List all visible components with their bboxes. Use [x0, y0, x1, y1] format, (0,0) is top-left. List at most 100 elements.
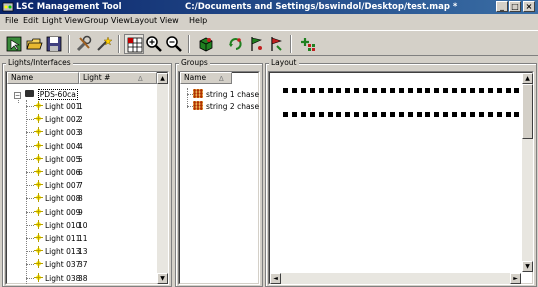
- rotate-icon[interactable]: [226, 34, 246, 54]
- layout-vertical-scrollbar[interactable]: ▲ ▼: [522, 73, 533, 272]
- group-row[interactable]: string 2 chase: [193, 101, 259, 112]
- led-marker[interactable]: [407, 112, 413, 117]
- light-row[interactable]: Light 004 4: [34, 140, 83, 152]
- select-icon[interactable]: [4, 34, 24, 54]
- menu-edit[interactable]: Edit: [23, 16, 39, 25]
- led-marker[interactable]: [300, 88, 306, 93]
- lights-vertical-scrollbar[interactable]: ▲ ▼: [157, 73, 168, 284]
- add-light-icon[interactable]: [298, 34, 318, 54]
- close-button[interactable]: ×: [523, 1, 535, 12]
- menu-file[interactable]: File: [5, 16, 18, 25]
- wand-icon[interactable]: [94, 34, 114, 54]
- light-row[interactable]: Light 007 7: [34, 180, 83, 191]
- led-marker[interactable]: [505, 88, 511, 93]
- zoom-in-icon[interactable]: [144, 34, 164, 54]
- minimize-button[interactable]: _: [496, 1, 508, 12]
- tree-root-node[interactable]: − PDS-60ca: [14, 89, 78, 100]
- led-marker[interactable]: [336, 112, 342, 117]
- save-icon[interactable]: [44, 34, 64, 54]
- zoom-out-icon[interactable]: [164, 34, 184, 54]
- led-marker[interactable]: [434, 112, 440, 117]
- led-marker[interactable]: [461, 88, 466, 93]
- led-marker[interactable]: [469, 112, 475, 117]
- light-row[interactable]: Light 001 1: [34, 101, 83, 112]
- lights-list[interactable]: Name Light # ∆ − PDS-60ca Light 001 1 Ligh…: [5, 71, 169, 285]
- light-row[interactable]: Light 008 8: [34, 193, 83, 204]
- led-marker[interactable]: [363, 112, 369, 117]
- open-icon[interactable]: [24, 34, 44, 54]
- scroll-down-button[interactable]: ▼: [157, 273, 168, 284]
- led-marker[interactable]: [434, 88, 440, 93]
- flag-right-icon[interactable]: [266, 34, 286, 54]
- led-marker[interactable]: [309, 88, 315, 93]
- tools-icon[interactable]: [74, 34, 94, 54]
- scroll-down-button[interactable]: ▼: [522, 261, 533, 272]
- scroll-up-button[interactable]: ▲: [522, 73, 533, 84]
- menu-layout-view[interactable]: Layout View: [130, 16, 179, 25]
- led-marker[interactable]: [283, 112, 288, 117]
- light-row[interactable]: Light 003 3: [34, 127, 83, 138]
- led-marker[interactable]: [372, 112, 377, 117]
- led-marker[interactable]: [487, 112, 493, 117]
- light-row[interactable]: Light 002 2: [34, 114, 83, 125]
- light-row[interactable]: Light 006 6: [34, 167, 83, 178]
- menu-light-view[interactable]: Light View: [42, 16, 84, 25]
- led-marker[interactable]: [416, 112, 422, 117]
- led-marker[interactable]: [416, 88, 422, 93]
- led-marker[interactable]: [487, 88, 493, 93]
- menu-group-view[interactable]: Group View: [84, 16, 130, 25]
- led-marker[interactable]: [478, 88, 484, 93]
- led-marker[interactable]: [461, 112, 466, 117]
- led-marker[interactable]: [407, 88, 413, 93]
- led-marker[interactable]: [496, 88, 502, 93]
- light-row[interactable]: Light 011 11: [34, 233, 88, 244]
- led-marker[interactable]: [398, 112, 404, 117]
- groups-list[interactable]: Name ∆ string 1 chase string 2 chase: [178, 71, 260, 285]
- led-marker[interactable]: [380, 112, 386, 117]
- scroll-up-button[interactable]: ▲: [157, 73, 168, 84]
- led-marker[interactable]: [336, 88, 342, 93]
- light-row[interactable]: Light 009 9: [34, 206, 83, 218]
- light-row[interactable]: Light 013 13: [34, 246, 88, 257]
- layout-horizontal-scrollbar[interactable]: ◄ ►: [270, 273, 521, 284]
- led-marker[interactable]: [354, 88, 360, 93]
- collapse-toggle-icon[interactable]: −: [14, 92, 21, 99]
- led-marker[interactable]: [318, 88, 324, 93]
- led-marker[interactable]: [327, 112, 333, 117]
- cube-icon[interactable]: [196, 34, 216, 54]
- column-header-light-number[interactable]: Light # ∆: [79, 72, 157, 84]
- led-marker[interactable]: [318, 112, 324, 117]
- led-marker[interactable]: [443, 112, 449, 117]
- led-marker[interactable]: [505, 112, 511, 117]
- led-marker[interactable]: [443, 88, 449, 93]
- led-marker[interactable]: [452, 112, 458, 117]
- led-marker[interactable]: [380, 88, 386, 93]
- vertical-scroll-thumb[interactable]: [522, 84, 533, 139]
- scroll-right-button[interactable]: ►: [510, 273, 521, 284]
- led-marker[interactable]: [372, 88, 377, 93]
- scroll-left-button[interactable]: ◄: [270, 273, 281, 284]
- led-marker[interactable]: [327, 88, 333, 93]
- light-row[interactable]: Light 010 10: [34, 219, 88, 231]
- led-marker[interactable]: [354, 112, 360, 117]
- led-marker[interactable]: [389, 88, 395, 93]
- led-marker[interactable]: [363, 88, 369, 93]
- led-marker[interactable]: [425, 112, 431, 117]
- led-marker[interactable]: [389, 112, 395, 117]
- led-marker[interactable]: [514, 88, 520, 93]
- led-marker[interactable]: [514, 112, 520, 117]
- light-row[interactable]: Light 037 37: [34, 259, 88, 270]
- column-header-name[interactable]: Name: [7, 72, 79, 84]
- led-marker[interactable]: [345, 112, 351, 117]
- maximize-button[interactable]: □: [509, 1, 521, 12]
- led-marker[interactable]: [345, 88, 351, 93]
- led-marker[interactable]: [291, 88, 297, 93]
- grid-icon[interactable]: [124, 34, 144, 54]
- led-marker[interactable]: [469, 88, 475, 93]
- led-marker[interactable]: [496, 112, 502, 117]
- menu-help[interactable]: Help: [189, 16, 207, 25]
- led-marker[interactable]: [398, 88, 404, 93]
- led-marker[interactable]: [309, 112, 315, 117]
- led-marker[interactable]: [452, 88, 458, 93]
- led-marker[interactable]: [291, 112, 297, 117]
